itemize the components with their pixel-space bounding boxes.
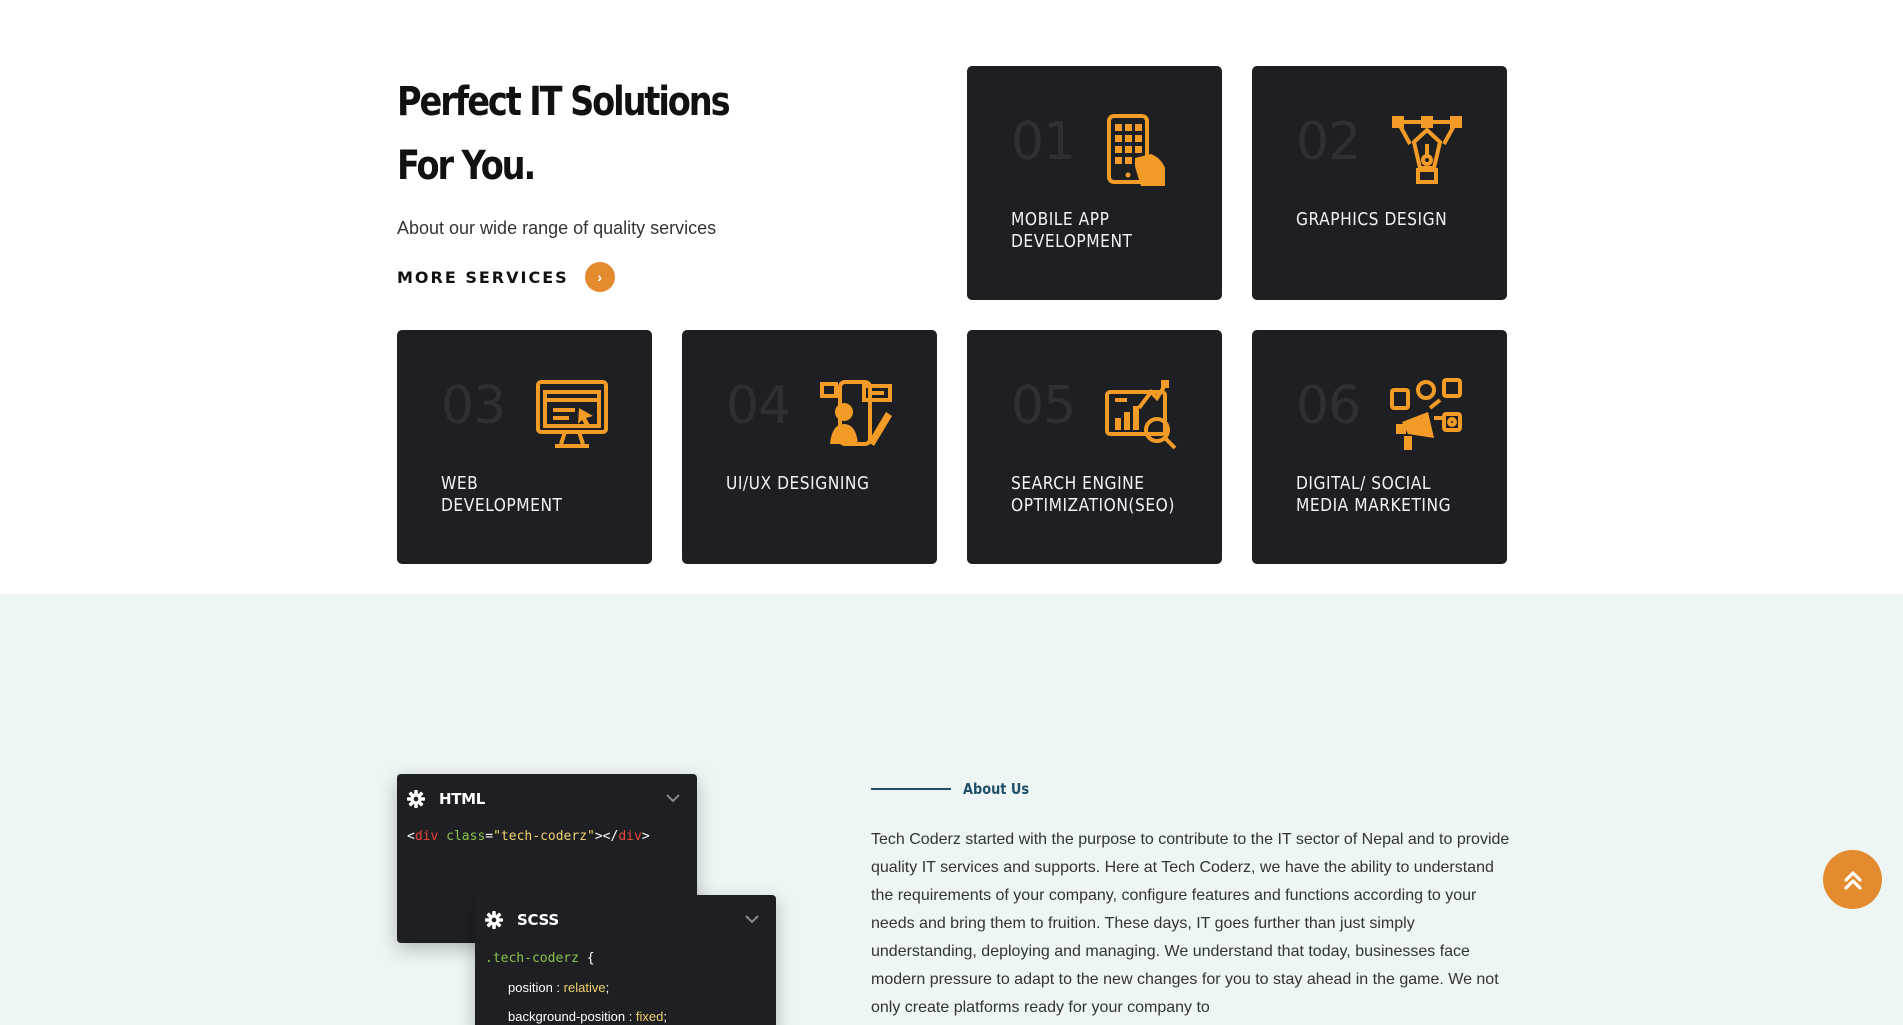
- service-card-seo[interactable]: 05 SEARCH ENGINE OPTIMIZATION(SEO): [967, 330, 1222, 564]
- code-token: position :: [508, 980, 564, 995]
- divider-line: [871, 788, 951, 790]
- scss-declaration: background-position : fixed;: [508, 1009, 667, 1024]
- code-token: ></: [594, 829, 619, 844]
- scss-declaration: position : relative;: [508, 980, 609, 995]
- pen-tool-icon: [1392, 116, 1462, 184]
- chevron-down-icon[interactable]: [744, 913, 760, 925]
- service-card-graphics-design[interactable]: 02 GRAPHICS DESIGN: [1252, 66, 1507, 300]
- web-monitor-icon: [536, 380, 608, 448]
- code-token: "tech-coderz": [493, 829, 595, 844]
- code-token: <: [407, 829, 415, 844]
- service-title: UI/UX DESIGNING: [726, 473, 870, 494]
- code-token: div: [414, 829, 439, 844]
- code-token: ;: [605, 980, 610, 995]
- service-number: 02: [1296, 112, 1361, 172]
- seo-analytics-icon: [1105, 380, 1177, 450]
- more-services-label: MORE SERVICES: [397, 267, 569, 287]
- service-card-uiux-designing[interactable]: 04 UI/UX DESIGNING: [682, 330, 937, 564]
- service-title: MOBILE APP DEVELOPMENT: [1011, 209, 1133, 252]
- double-chevron-up-icon: [1843, 870, 1862, 890]
- code-token: =: [485, 829, 494, 844]
- gear-icon: [485, 911, 503, 929]
- arrow-right-icon: ›: [584, 262, 615, 292]
- html-code-line: <div class="tech-coderz"></div>: [407, 829, 650, 844]
- service-title: SEARCH ENGINE OPTIMIZATION(SEO): [1011, 473, 1175, 516]
- uiux-designer-icon: [820, 380, 892, 446]
- services-section: Perfect IT Solutions For You. About our …: [0, 0, 1903, 594]
- code-token: {: [586, 951, 595, 966]
- panel-title: SCSS: [517, 911, 559, 929]
- scss-selector-line: .tech-coderz {: [485, 951, 595, 966]
- service-number: 03: [441, 376, 506, 436]
- code-token: ;: [663, 1009, 668, 1024]
- service-title: GRAPHICS DESIGN: [1296, 209, 1448, 230]
- service-title: WEB DEVELOPMENT: [441, 473, 563, 516]
- panel-title: HTML: [439, 790, 486, 808]
- code-token: >: [641, 829, 650, 844]
- service-number: 04: [726, 376, 791, 436]
- panel-header: SCSS: [485, 911, 559, 929]
- services-intro: Perfect IT Solutions For You. About our …: [397, 70, 917, 239]
- code-token: background-position :: [508, 1009, 636, 1024]
- chevron-down-icon[interactable]: [665, 792, 681, 804]
- panel-header: HTML: [407, 790, 485, 808]
- code-token: class: [446, 829, 486, 844]
- service-number: 06: [1296, 376, 1361, 436]
- gear-icon: [407, 790, 425, 808]
- code-token: fixed: [635, 1009, 664, 1024]
- scroll-to-top-button[interactable]: [1823, 850, 1882, 909]
- more-services-link[interactable]: MORE SERVICES ›: [397, 262, 615, 292]
- service-title: DIGITAL/ SOCIAL MEDIA MARKETING: [1296, 473, 1452, 516]
- service-card-web-development[interactable]: 03 WEB DEVELOPMENT: [397, 330, 652, 564]
- heading-line-1: Perfect IT Solutions: [397, 79, 731, 125]
- about-description: Tech Coderz started with the purpose to …: [871, 831, 1510, 1016]
- scss-code-panel: SCSS .tech-coderz { position : relative;…: [475, 895, 776, 1025]
- services-heading: Perfect IT Solutions For You.: [397, 70, 918, 198]
- mobile-app-icon: [1107, 114, 1165, 186]
- service-card-social-marketing[interactable]: 06 DIGITAL/ SOCIAL MEDIA MARKETING: [1252, 330, 1507, 564]
- heading-line-2: For You.: [397, 143, 536, 189]
- code-token: .tech-coderz: [485, 951, 579, 966]
- about-us-label: About Us: [963, 780, 1030, 798]
- code-token: relative: [563, 980, 606, 995]
- code-token: div: [618, 829, 642, 844]
- service-number: 01: [1011, 112, 1076, 172]
- about-us-tag: About Us: [871, 780, 1040, 798]
- social-marketing-icon: [1390, 378, 1462, 450]
- services-subtitle: About our wide range of quality services: [397, 218, 717, 238]
- service-card-mobile-app[interactable]: 01 MOBILE APP DEVELOPMENT: [967, 66, 1222, 300]
- service-number: 05: [1011, 376, 1076, 436]
